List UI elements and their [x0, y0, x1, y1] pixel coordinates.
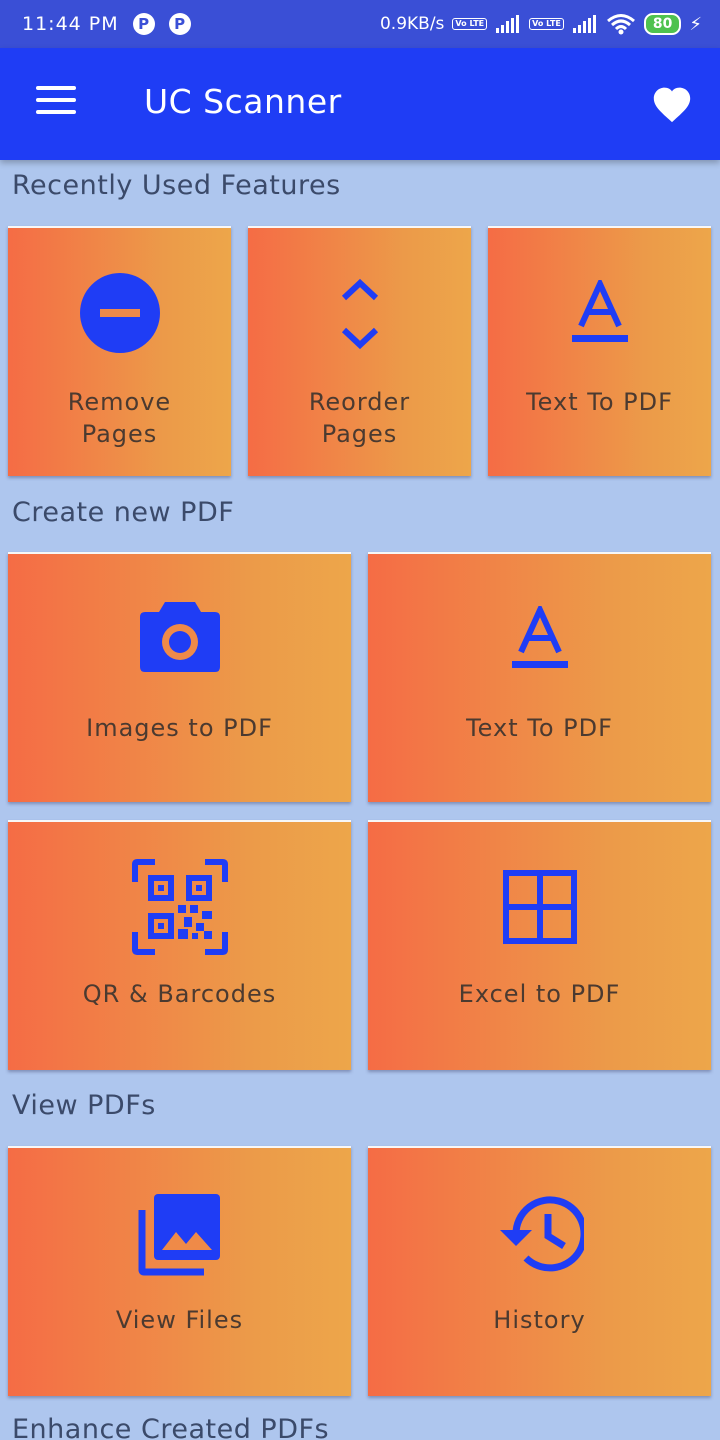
card-label: QR & Barcodes: [82, 980, 277, 1008]
wifi-icon: [606, 14, 635, 35]
signal-icon: [572, 15, 596, 33]
status-bar-left: 11:44 PM P P: [22, 13, 380, 35]
card-view-files[interactable]: View Files: [8, 1146, 351, 1396]
status-bar-right: 0.9KB/s Vo LTE Vo LTE 80 ⚡: [380, 13, 702, 35]
text-format-icon: [511, 606, 568, 668]
grid-table-icon: [502, 870, 577, 944]
card-text-to-pdf-recent[interactable]: Text To PDF: [488, 226, 711, 476]
section-title-view: View PDFs: [12, 1090, 156, 1121]
section-title-create: Create new PDF: [12, 497, 235, 528]
card-label: View Files: [115, 1306, 244, 1334]
card-label: Text To PDF: [466, 714, 613, 742]
qr-code-scan-icon: [131, 859, 228, 955]
card-label: Images to PDF: [86, 714, 273, 742]
notification-p-icon: P: [132, 13, 155, 35]
card-text-to-pdf[interactable]: Text To PDF: [368, 552, 711, 802]
card-reorder-pages[interactable]: Reorder Pages: [248, 226, 471, 476]
card-label: Remove Pages: [67, 388, 172, 448]
card-history[interactable]: History: [368, 1146, 711, 1396]
card-label: Reorder Pages: [308, 388, 411, 448]
network-speed: 0.9KB/s: [379, 14, 445, 34]
battery-icon: 80: [643, 13, 682, 35]
image-library-icon: [138, 1194, 220, 1276]
camera-icon: [139, 602, 220, 672]
app-screen: 11:44 PM P P 0.9KB/s Vo LTE Vo LTE 80 ⚡ …: [0, 0, 720, 1440]
volte-icon: Vo LTE: [529, 18, 564, 30]
section-title-recent: Recently Used Features: [12, 170, 341, 201]
reorder-chevrons-icon: [341, 278, 378, 350]
card-images-to-pdf[interactable]: Images to PDF: [8, 552, 351, 802]
card-remove-pages[interactable]: Remove Pages: [8, 226, 231, 476]
app-title: UC Scanner: [144, 82, 342, 121]
notification-p-icon: P: [168, 13, 191, 35]
card-excel-to-pdf[interactable]: Excel to PDF: [368, 820, 711, 1070]
charging-bolt-icon: ⚡: [689, 13, 702, 35]
section-title-enhance: Enhance Created PDFs: [12, 1414, 330, 1440]
text-format-icon: [571, 280, 628, 342]
status-bar: 11:44 PM P P 0.9KB/s Vo LTE Vo LTE 80 ⚡: [0, 0, 720, 48]
remove-circle-icon: [79, 273, 160, 353]
volte-icon: Vo LTE: [452, 18, 488, 30]
hamburger-menu-icon[interactable]: [36, 86, 76, 120]
card-qr-barcodes[interactable]: QR & Barcodes: [8, 820, 351, 1070]
status-time: 11:44 PM: [22, 13, 119, 35]
app-toolbar: UC Scanner: [0, 48, 720, 160]
card-label: History: [493, 1306, 586, 1334]
heart-icon[interactable]: [650, 84, 694, 124]
history-clock-icon: [499, 1196, 584, 1272]
card-label: Excel to PDF: [458, 980, 621, 1008]
signal-icon: [496, 15, 520, 33]
card-label: Text To PDF: [526, 388, 673, 416]
